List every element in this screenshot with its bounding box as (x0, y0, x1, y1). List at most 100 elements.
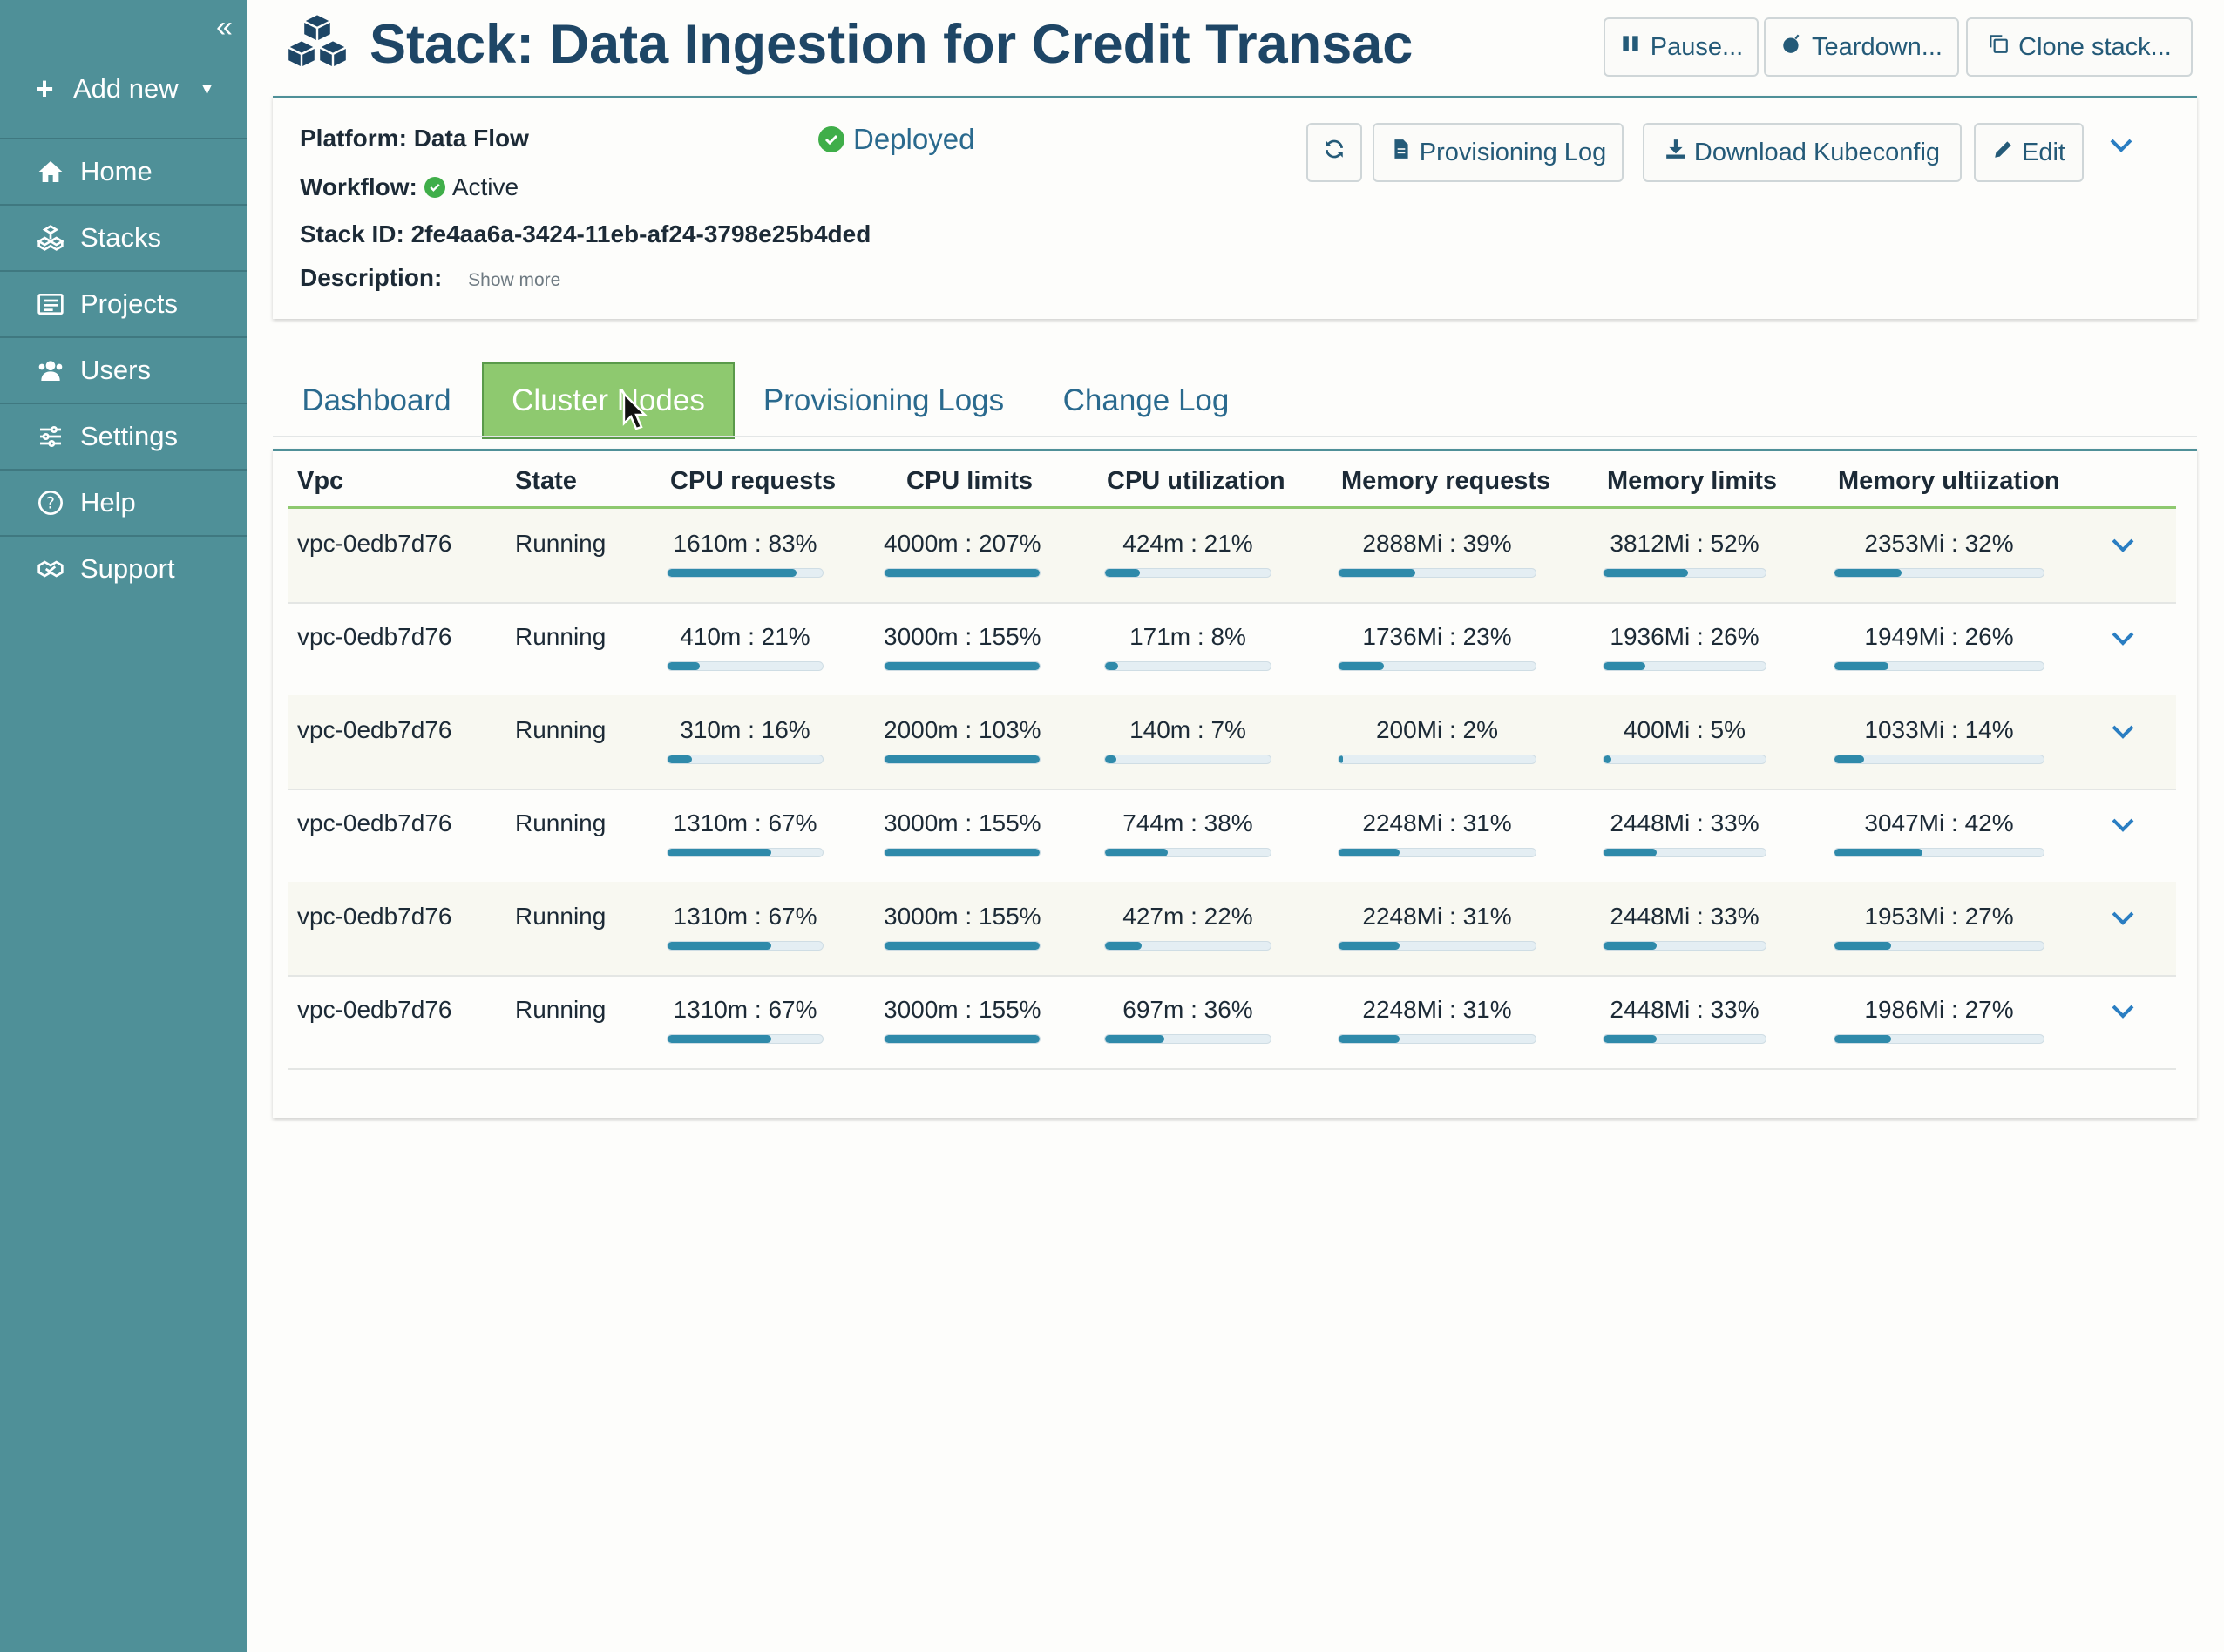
refresh-button[interactable] (1306, 123, 1362, 182)
cubes-icon (284, 12, 350, 76)
column-header[interactable]: State (515, 467, 577, 496)
vpc-cell: vpc-0edb7d76 (297, 623, 452, 650)
state-cell: Running (515, 809, 607, 836)
file-icon (1390, 138, 1413, 167)
column-header[interactable]: Vpc (297, 467, 343, 496)
memory-requests-cell: 2248Mi : 31% (1338, 903, 1536, 951)
sidebar-item-projects[interactable]: Projects (0, 270, 247, 336)
add-new-button[interactable]: + Add new ▼ (35, 70, 214, 108)
column-header[interactable]: CPU utilization (1107, 467, 1285, 496)
memory-requests-cell: 200Mi : 2% (1338, 716, 1536, 764)
sidebar: « + Add new ▼ Home Stacks Projects Users… (0, 0, 247, 1652)
cpu-limits-value: 2000m : 103% (884, 716, 1041, 743)
table-row[interactable]: vpc-0edb7d76 Running 1310m : 67% 3000m : 15… (288, 882, 2176, 977)
cpu-utilization-progress-fill (1105, 662, 1119, 670)
memory-utilization-progress-bar (1834, 568, 2044, 578)
cpu-requests-progress-fill (668, 849, 772, 856)
table-row[interactable]: vpc-0edb7d76 Running 410m : 21% 3000m : 155… (288, 602, 2176, 697)
table-row[interactable]: vpc-0edb7d76 Running 1310m : 67% 3000m : 15… (288, 789, 2176, 884)
sidebar-item-users[interactable]: Users (0, 336, 247, 403)
copy-icon (1987, 32, 2010, 62)
cpu-limits-progress-fill (885, 849, 1040, 856)
memory-limits-value: 2448Mi : 33% (1610, 996, 1760, 1023)
teardown-button-label: Teardown... (1812, 32, 1943, 61)
download-icon (1665, 138, 1687, 167)
cpu-requests-progress-bar (667, 1034, 824, 1044)
cpu-requests-progress-bar (667, 848, 824, 857)
collapse-sidebar-icon[interactable]: « (216, 12, 233, 42)
column-header[interactable]: Memory limits (1607, 467, 1777, 496)
row-expand-chevron-icon[interactable] (2110, 816, 2136, 838)
memory-utilization-progress-fill (1834, 755, 1864, 763)
table-row[interactable]: vpc-0edb7d76 Running 1310m : 67% 3000m : 15… (288, 975, 2176, 1070)
memory-limits-progress-fill (1604, 662, 1646, 670)
memory-requests-value: 2888Mi : 39% (1362, 530, 1512, 557)
cpu-utilization-value: 140m : 7% (1129, 716, 1246, 743)
memory-limits-value: 2448Mi : 33% (1610, 903, 1760, 930)
table-row[interactable]: vpc-0edb7d76 Running 310m : 16% 2000m : 103… (288, 695, 2176, 790)
column-header[interactable]: CPU requests (670, 467, 836, 496)
memory-utilization-value: 3047Mi : 42% (1864, 809, 2014, 836)
memory-limits-value: 400Mi : 5% (1623, 716, 1746, 743)
edit-button[interactable]: Edit (1974, 123, 2084, 182)
cpu-utilization-cell: 744m : 38% (1104, 809, 1271, 857)
row-expand-chevron-icon[interactable] (2110, 910, 2136, 931)
sidebar-item-support[interactable]: Support (0, 535, 247, 601)
cpu-limits-cell: 3000m : 155% (884, 623, 1041, 671)
clone-stack-button[interactable]: Clone stack... (1966, 17, 2193, 77)
memory-limits-cell: 1936Mi : 26% (1603, 623, 1766, 671)
row-expand-chevron-icon[interactable] (2110, 630, 2136, 652)
memory-limits-progress-fill (1604, 942, 1658, 950)
projects-icon (33, 290, 68, 318)
sidebar-item-help[interactable]: ? Help (0, 469, 247, 535)
sidebar-item-label: Users (80, 355, 151, 385)
show-more-link[interactable]: Show more (468, 270, 560, 290)
pause-button[interactable]: Pause... (1604, 17, 1759, 77)
sidebar-item-stacks[interactable]: Stacks (0, 204, 247, 270)
table-row[interactable]: vpc-0edb7d76 Running 1610m : 83% 4000m : 20… (288, 509, 2176, 604)
sidebar-item-home[interactable]: Home (0, 138, 247, 204)
cpu-utilization-progress-fill (1105, 942, 1142, 950)
tab-change-log[interactable]: Change Log (1054, 362, 1237, 439)
memory-requests-cell: 2248Mi : 31% (1338, 809, 1536, 857)
cpu-utilization-progress-bar (1104, 661, 1271, 671)
bomb-icon (1780, 32, 1803, 62)
stacks-icon (33, 224, 68, 252)
row-expand-chevron-icon[interactable] (2110, 1003, 2136, 1025)
chevron-down-icon[interactable] (2108, 137, 2134, 159)
tab-cluster-nodes[interactable]: Cluster Nodes (482, 362, 735, 439)
cpu-utilization-progress-bar (1104, 755, 1271, 764)
cpu-limits-cell: 3000m : 155% (884, 809, 1041, 857)
cpu-requests-progress-fill (668, 569, 797, 577)
memory-limits-cell: 2448Mi : 33% (1603, 903, 1766, 951)
home-icon (33, 158, 68, 186)
row-expand-chevron-icon[interactable] (2110, 723, 2136, 745)
vpc-cell: vpc-0edb7d76 (297, 530, 452, 557)
state-cell: Running (515, 903, 607, 930)
memory-limits-progress-fill (1604, 755, 1612, 763)
cpu-limits-cell: 4000m : 207% (884, 530, 1041, 578)
sidebar-item-settings[interactable]: Settings (0, 403, 247, 469)
column-header[interactable]: CPU limits (906, 467, 1033, 496)
provisioning-log-button[interactable]: Provisioning Log (1373, 123, 1624, 182)
memory-utilization-progress-bar (1834, 848, 2044, 857)
sidebar-item-label: Projects (80, 288, 178, 319)
teardown-button[interactable]: Teardown... (1764, 17, 1959, 77)
cpu-utilization-progress-fill (1105, 755, 1117, 763)
memory-requests-value: 1736Mi : 23% (1362, 623, 1512, 650)
refresh-icon (1323, 138, 1346, 167)
row-expand-chevron-icon[interactable] (2110, 537, 2136, 559)
cpu-requests-value: 1610m : 83% (673, 530, 817, 557)
cpu-limits-value: 3000m : 155% (884, 623, 1041, 650)
check-circle-icon (424, 177, 445, 198)
column-header[interactable]: Memory requests (1341, 467, 1550, 496)
memory-limits-progress-bar (1603, 848, 1766, 857)
clone-stack-button-label: Clone stack... (2018, 32, 2172, 61)
tab-provisioning-logs[interactable]: Provisioning Logs (760, 362, 1007, 439)
description-line: Description: Show more (300, 264, 560, 292)
tab-dashboard[interactable]: Dashboard (296, 362, 457, 439)
memory-limits-progress-fill (1604, 849, 1658, 856)
download-kubeconfig-button[interactable]: Download Kubeconfig (1643, 123, 1962, 182)
platform-label: Platform: (300, 125, 407, 152)
column-header[interactable]: Memory ultiization (1838, 467, 2060, 496)
